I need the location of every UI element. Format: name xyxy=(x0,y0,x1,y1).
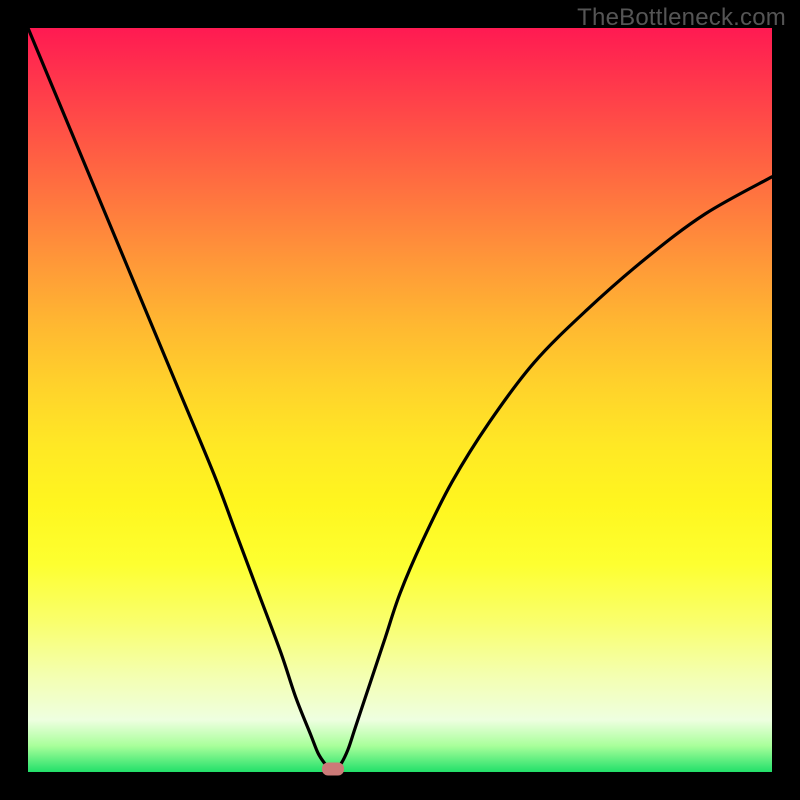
chart-frame: TheBottleneck.com xyxy=(0,0,800,800)
plot-area xyxy=(28,28,772,772)
bottleneck-curve xyxy=(28,28,772,772)
vertex-marker xyxy=(322,763,344,776)
